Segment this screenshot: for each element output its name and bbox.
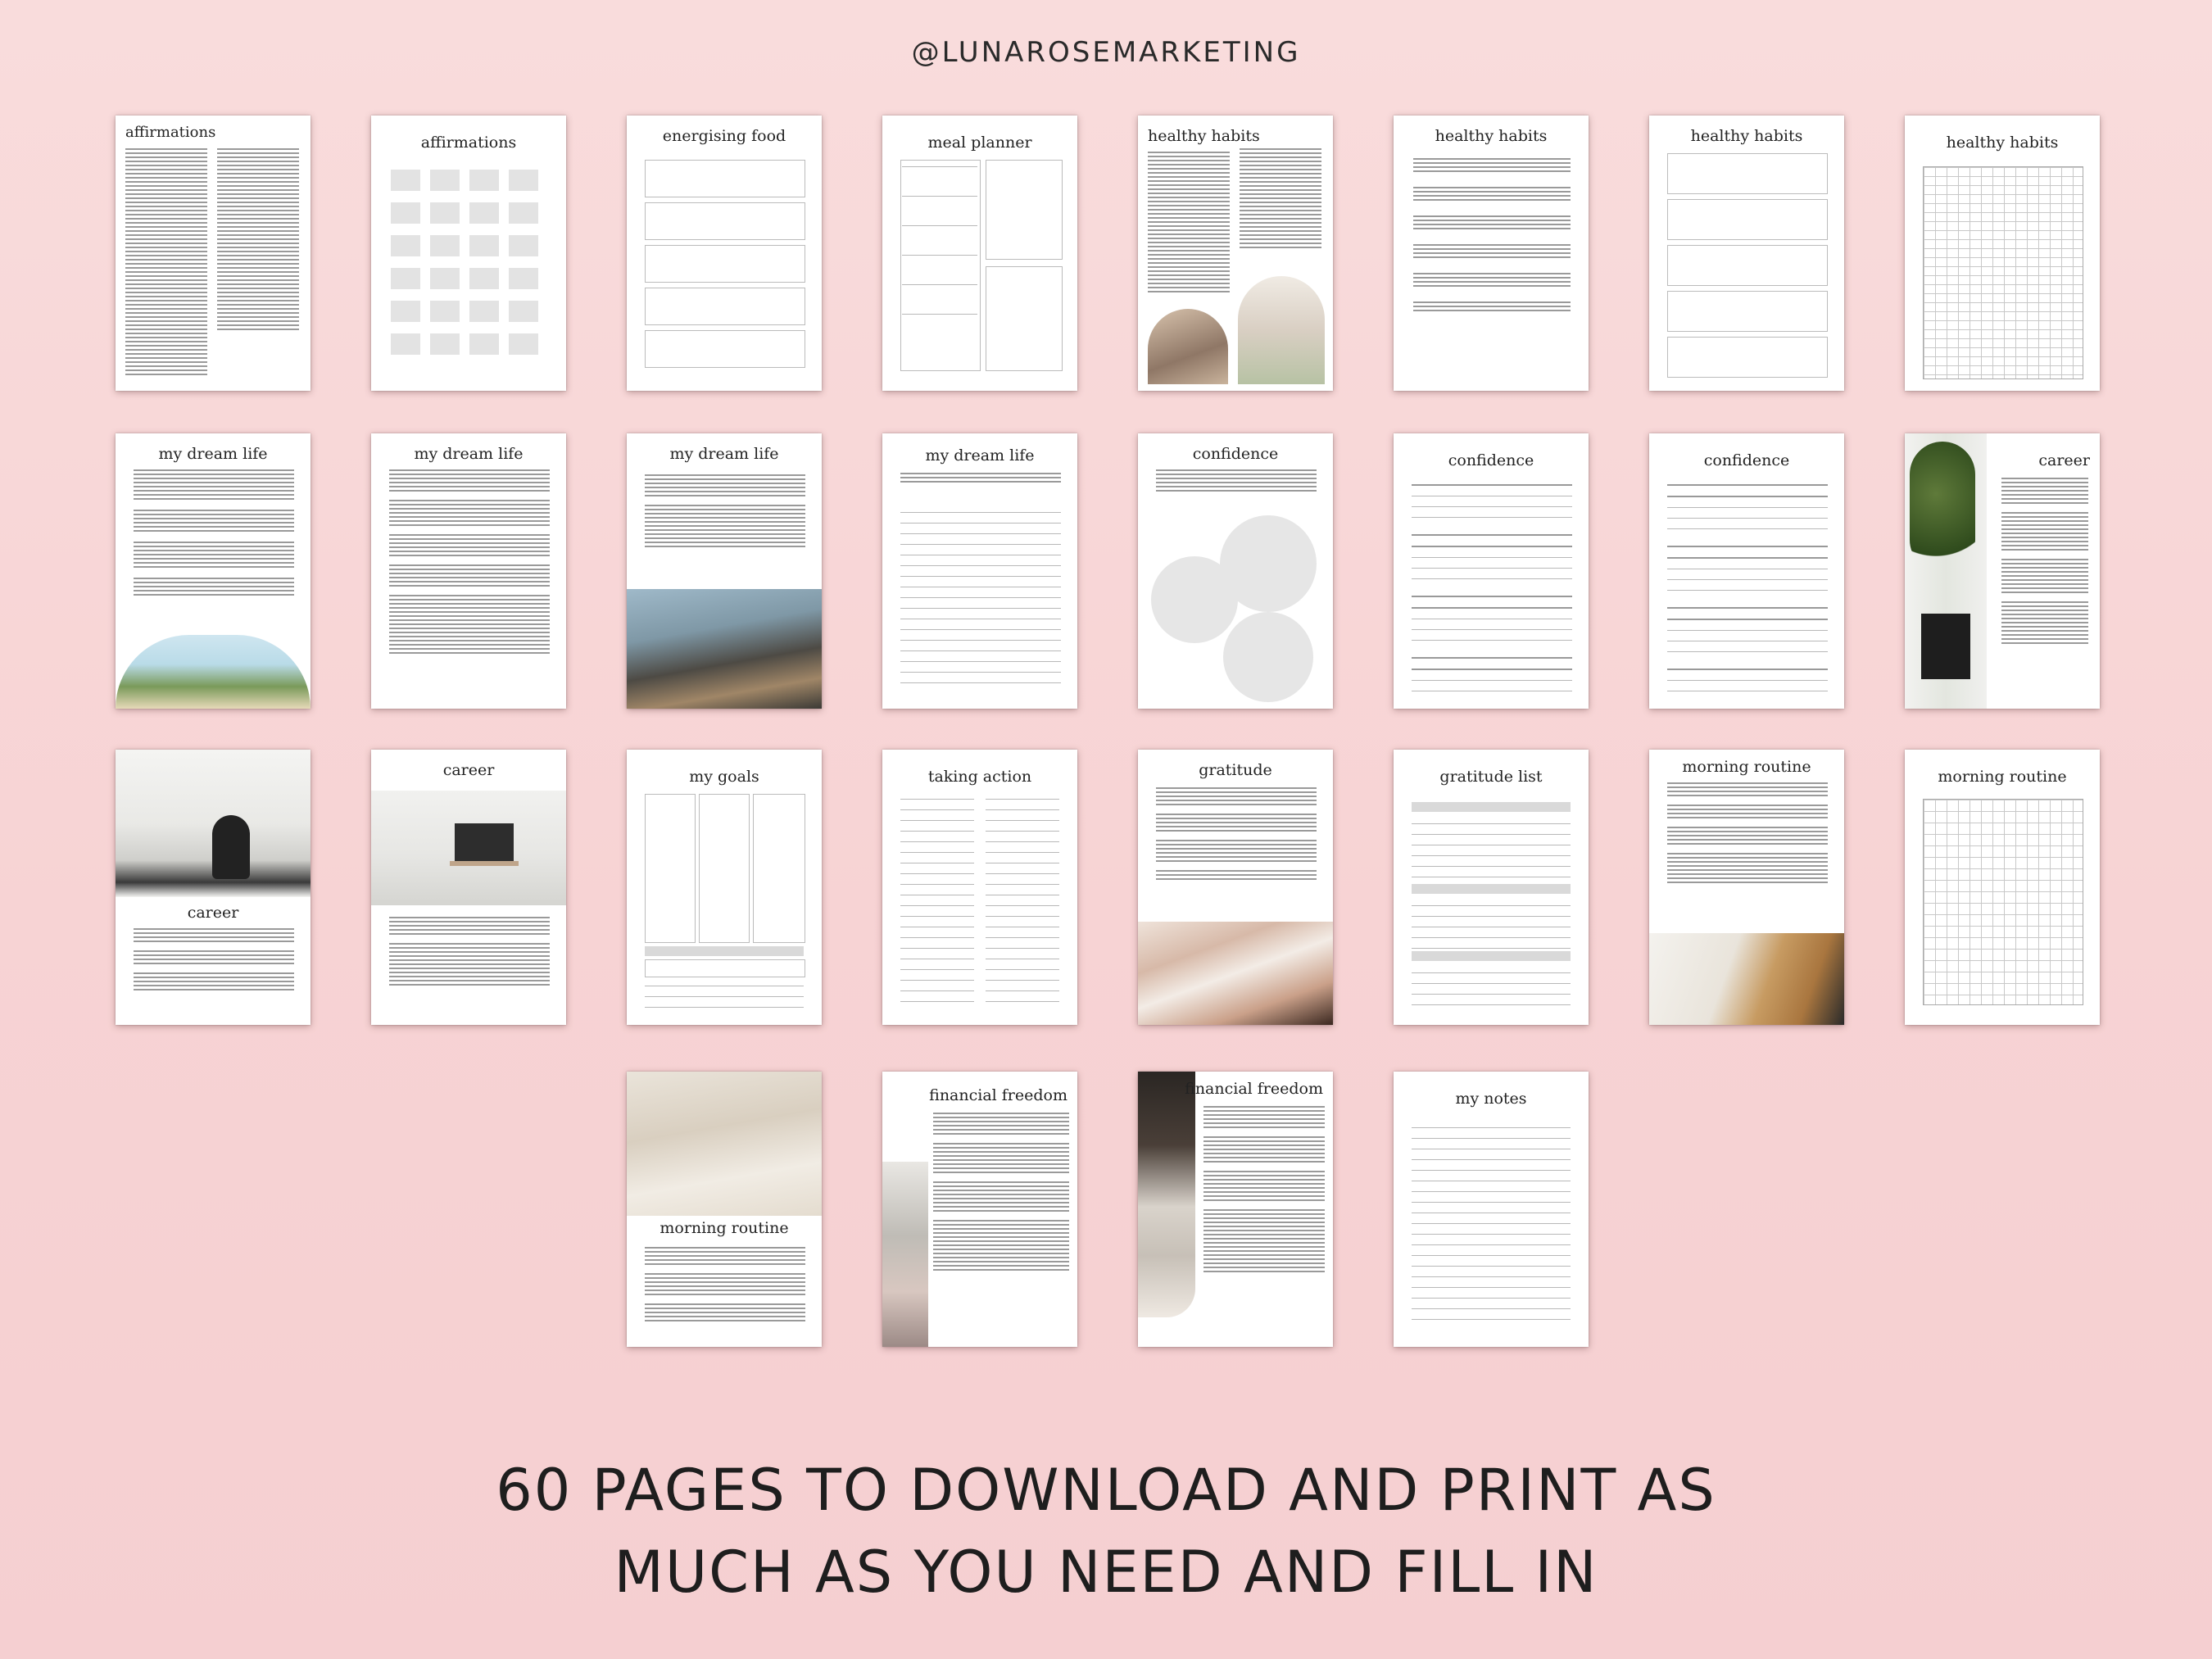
page-financial-freedom-2: financial freedom [1138,1072,1333,1347]
page-healthy-habits-tracker: healthy habits [1905,116,2100,391]
page-morning-routine-tracker: morning routine [1905,750,2100,1025]
page-gratitude: gratitude [1138,750,1333,1025]
page-title: morning routine [1938,768,2067,786]
page-healthy-habits-list: healthy habits [1394,116,1589,391]
page-gratitude-list: gratitude list [1394,750,1589,1025]
page-title: my dream life [925,446,1035,465]
page-title: my dream life [669,445,779,463]
footer-line-1: 60 PAGES TO DOWNLOAD AND PRINT AS [496,1457,1716,1524]
page-taking-action: taking action [882,750,1077,1025]
page-title: healthy habits [1946,134,2059,152]
page-healthy-habits-photo: healthy habits [1138,116,1333,391]
page-title: career [442,761,495,779]
page-morning-routine-bed: morning routine [627,1072,822,1347]
page-title: meal planner [927,134,1032,152]
page-my-dream-life-lines: my dream life [882,433,1077,709]
page-title: affirmations [420,134,517,152]
page-title: gratitude list [1439,768,1543,786]
footer-line-2: MUCH AS YOU NEED AND FILL IN [614,1539,1598,1606]
page-title: healthy habits [1690,127,1803,145]
page-title: my notes [1455,1090,1527,1108]
page-meal-planner: meal planner [882,116,1077,391]
page-financial-freedom-1: financial freedom [882,1072,1077,1347]
page-title: morning routine [660,1219,789,1237]
page-healthy-habits-boxes: healthy habits [1649,116,1844,391]
page-title: gratitude [1199,761,1272,779]
page-title: taking action [927,768,1032,786]
page-affirmations-text: affirmations [116,116,310,391]
page-title: confidence [1192,445,1279,463]
page-my-dream-life-palm: my dream life [116,433,310,709]
page-energising-food: energising food [627,116,822,391]
page-title: my dream life [158,445,268,463]
page-affirmations-cards: affirmations [371,116,566,391]
page-title: financial freedom [929,1086,1067,1104]
page-title: career [2038,451,2090,469]
page-my-goals: my goals [627,750,822,1025]
page-title: energising food [662,127,786,145]
page-preview-grid: affirmations affirmations energising foo… [0,0,2212,1393]
page-title: healthy habits [1435,127,1548,145]
page-my-notes: my notes [1394,1072,1589,1347]
page-my-dream-life-photo: my dream life [627,433,822,709]
page-title: my goals [689,768,759,786]
page-title: my dream life [414,445,524,463]
page-career-plant: career [1905,433,2100,709]
page-title: career [187,904,239,922]
page-career-laptop: career [371,750,566,1025]
page-title: confidence [1448,451,1534,469]
page-my-dream-life-text: my dream life [371,433,566,709]
page-confidence-questions-2: confidence [1649,433,1844,709]
page-confidence-questions-1: confidence [1394,433,1589,709]
page-morning-routine-photo: morning routine [1649,750,1844,1025]
page-career-office: career [116,750,310,1025]
page-title: financial freedom [1185,1080,1323,1098]
page-title: confidence [1703,451,1790,469]
page-title: morning routine [1682,758,1811,776]
page-title: healthy habits [1148,127,1260,145]
page-title: affirmations [125,124,216,141]
page-confidence-circles: confidence [1138,433,1333,709]
